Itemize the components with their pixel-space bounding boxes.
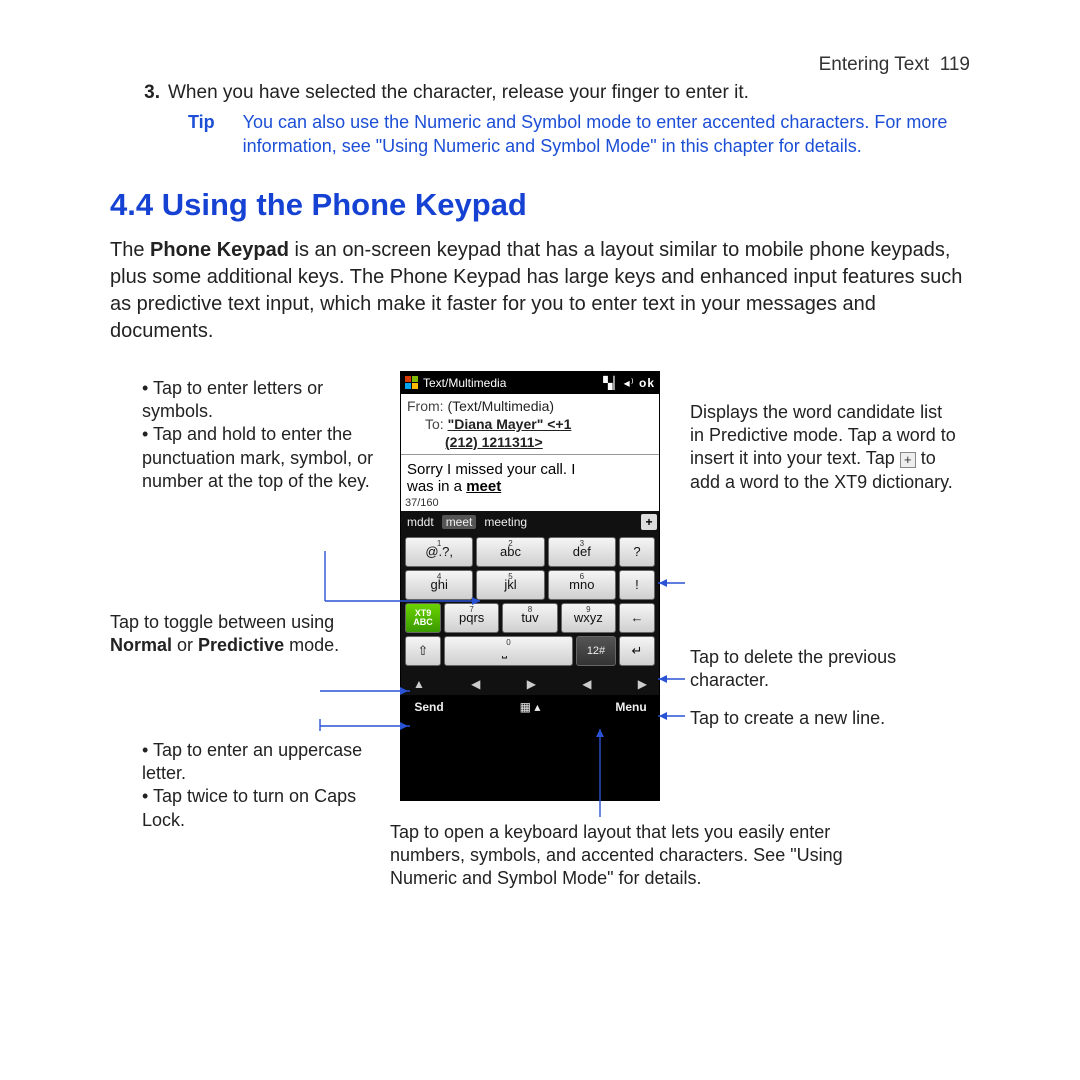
annotation-mode-toggle: Tap to toggle between using Normal or Pr… — [110, 611, 385, 658]
annotation-shift-key: Tap to enter an uppercase letter. Tap tw… — [130, 739, 380, 833]
msg-line-1: Sorry I missed your call. I — [407, 461, 653, 478]
key-4-ghi[interactable]: 4ghi — [405, 570, 473, 600]
annotation-numeric-mode: Tap to open a keyboard layout that lets … — [390, 821, 880, 891]
key-2-abc[interactable]: 2abc — [476, 537, 544, 567]
from-label: From: — [407, 398, 444, 414]
pred-word-2[interactable]: meet — [442, 515, 477, 529]
key-6-mno[interactable]: 6mno — [548, 570, 616, 600]
key-mode-toggle[interactable]: XT9ABC — [405, 603, 441, 633]
nav-right-1-icon[interactable]: ▶ — [527, 677, 536, 691]
message-area[interactable]: Sorry I missed your call. I was in a mee… — [401, 454, 659, 497]
phone-mockup: Text/Multimedia ▚▏◂⁾ ok From: (Text/Mult… — [400, 371, 660, 801]
key-enter[interactable]: ↵ — [619, 636, 655, 666]
menu-softkey[interactable]: Menu — [603, 700, 659, 714]
annotation-candidate-list: Displays the word candidate list in Pred… — [690, 401, 960, 495]
key-shift[interactable]: ⇧ — [405, 636, 441, 666]
key-3-def[interactable]: 3def — [548, 537, 616, 567]
from-value: (Text/Multimedia) — [447, 398, 554, 414]
msg-last-word: meet — [466, 478, 501, 495]
key-space[interactable]: 0⎵ — [444, 636, 573, 666]
phone-softkey-bar: Send ▦ ▴ Menu — [401, 695, 659, 719]
nav-left-2-icon[interactable]: ◀ — [582, 677, 591, 691]
key-exclaim[interactable]: ! — [619, 570, 655, 600]
page-header: Entering Text 119 — [110, 54, 970, 76]
to-value-2: (212) 1211311> — [445, 434, 543, 450]
section-heading: 4.4 Using the Phone Keypad — [110, 187, 970, 223]
prediction-bar: mddt meet meeting + — [401, 511, 659, 533]
tip-text: You can also use the Numeric and Symbol … — [243, 110, 970, 159]
app-title: Text/Multimedia — [423, 376, 506, 390]
section-name: Entering Text — [819, 54, 930, 75]
pred-word-1[interactable]: mddt — [403, 515, 438, 529]
step-number: 3. — [138, 82, 160, 104]
nav-arrow-row: ▲ ◀ ▶ ◀ ▶ — [401, 673, 659, 695]
annotation-enter: Tap to create a new line. — [690, 707, 970, 730]
tip-label: Tip — [188, 110, 215, 159]
to-value-1: "Diana Mayer" <+1 — [448, 416, 572, 432]
phone-keypad: 1@.?, 2abc 3def ? 4ghi 5jkl 6mno ! XT9AB… — [401, 533, 659, 673]
key-8-tuv[interactable]: 8tuv — [502, 603, 557, 633]
key-9-wxyz[interactable]: 9wxyz — [561, 603, 616, 633]
key-7-pqrs[interactable]: 7pqrs — [444, 603, 499, 633]
nav-right-2-icon[interactable]: ▶ — [638, 677, 647, 691]
keypad-diagram: Text/Multimedia ▚▏◂⁾ ok From: (Text/Mult… — [110, 371, 970, 941]
char-count: 37/160 — [401, 497, 659, 511]
send-softkey[interactable]: Send — [401, 700, 457, 714]
key-5-jkl[interactable]: 5jkl — [476, 570, 544, 600]
annotation-letter-keys: Tap to enter letters or symbols. Tap and… — [130, 377, 380, 494]
annotation-backspace: Tap to delete the previous character. — [690, 646, 950, 693]
to-label: To: — [425, 416, 444, 432]
nav-up-icon[interactable]: ▲ — [413, 677, 425, 691]
add-word-button[interactable]: + — [641, 514, 657, 530]
sip-toggle-icon[interactable]: ▦ ▴ — [457, 700, 603, 714]
step-text: When you have selected the character, re… — [168, 82, 749, 104]
nav-left-1-icon[interactable]: ◀ — [471, 677, 480, 691]
page-number: 119 — [940, 54, 970, 75]
key-1[interactable]: 1@.?, — [405, 537, 473, 567]
windows-flag-icon — [405, 376, 419, 390]
intro-paragraph: The Phone Keypad is an on-screen keypad … — [110, 237, 970, 345]
plus-icon-inline: + — [900, 452, 916, 468]
status-icons: ▚▏◂⁾ ok — [603, 376, 655, 390]
pred-word-3[interactable]: meeting — [480, 515, 531, 529]
tip-block: Tip You can also use the Numeric and Sym… — [110, 110, 970, 159]
phone-titlebar: Text/Multimedia ▚▏◂⁾ ok — [401, 372, 659, 394]
key-question[interactable]: ? — [619, 537, 655, 567]
key-numeric-symbol[interactable]: 12# — [576, 636, 616, 666]
step-3: 3. When you have selected the character,… — [110, 82, 970, 104]
compose-header: From: (Text/Multimedia) To: "Diana Mayer… — [401, 394, 659, 454]
key-backspace[interactable]: ← — [619, 603, 655, 633]
